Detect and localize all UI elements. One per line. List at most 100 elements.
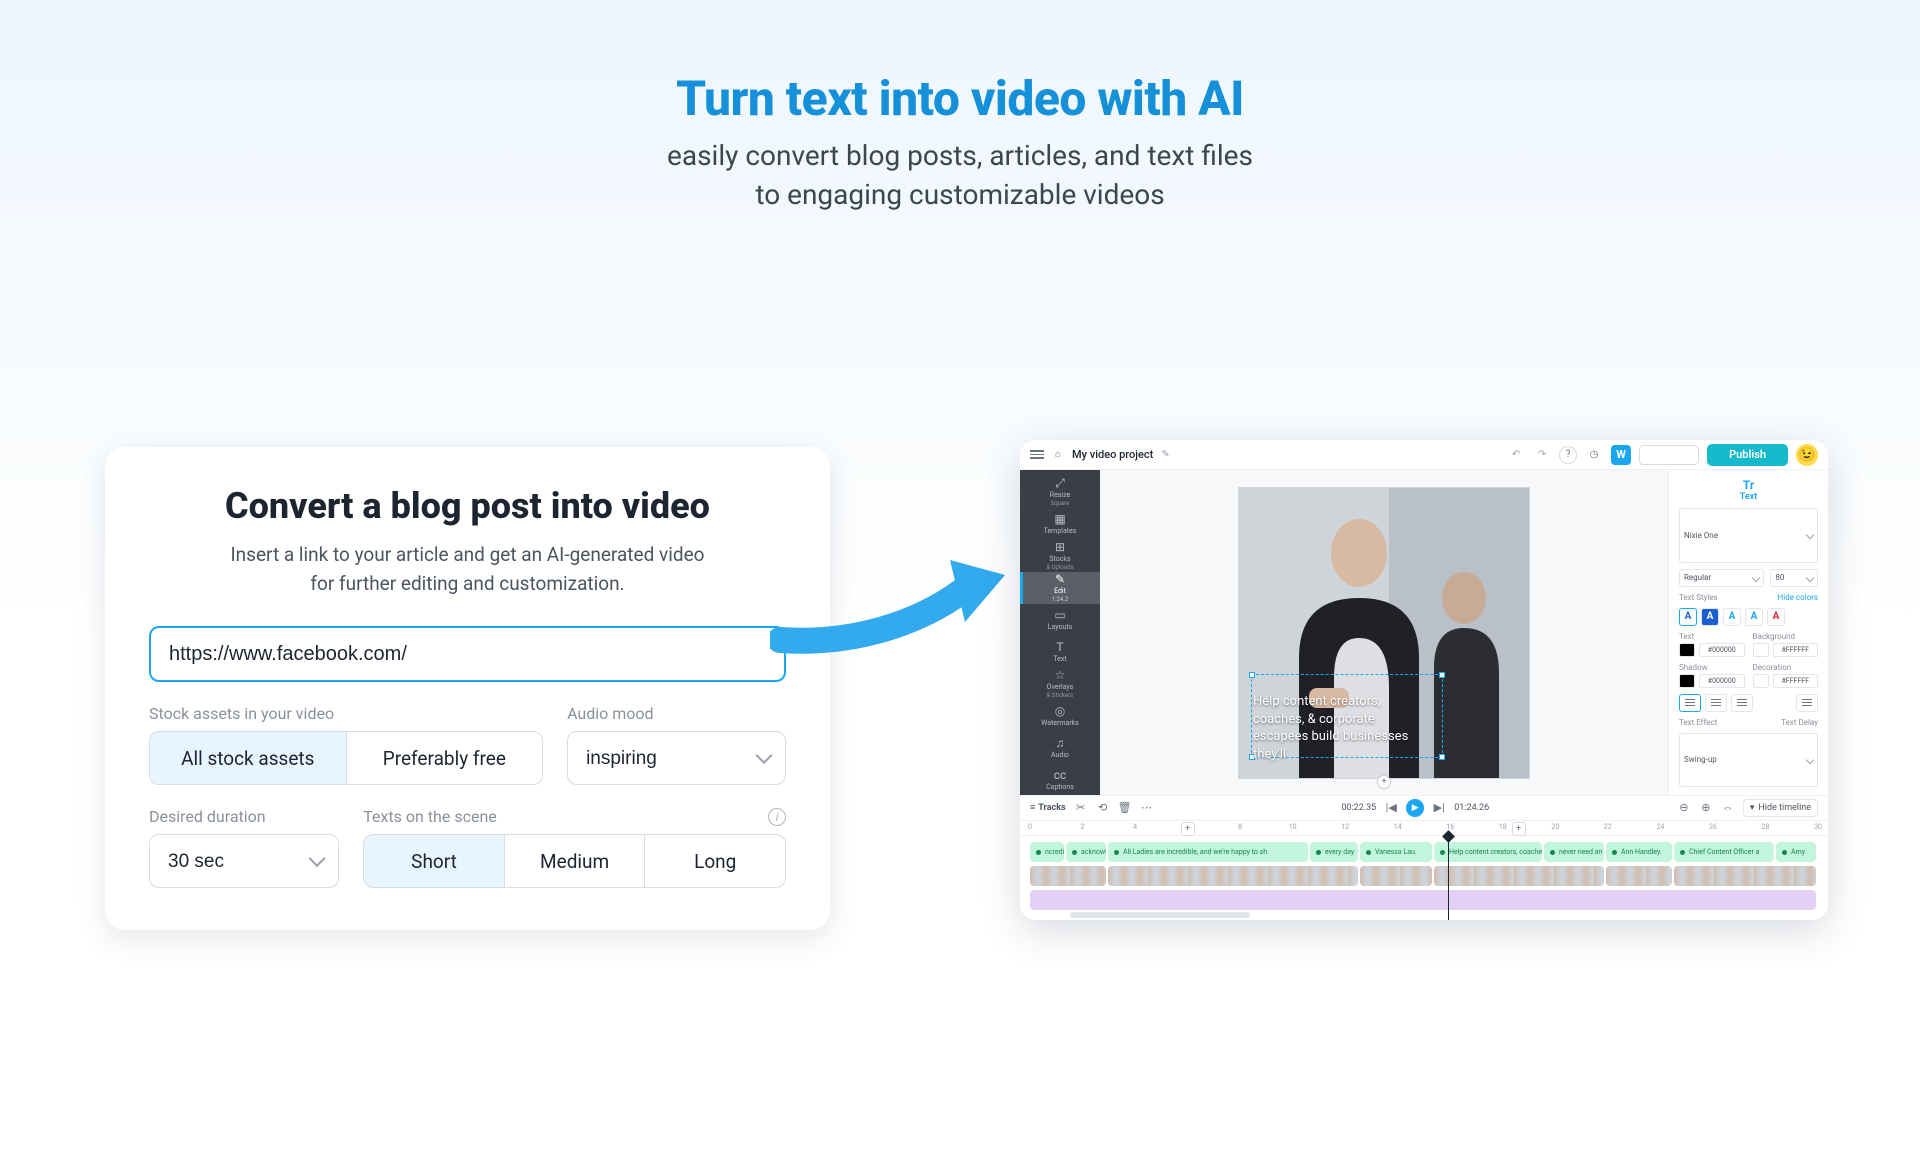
stock-option-all[interactable]: All stock assets: [150, 732, 346, 784]
skip-back-icon[interactable]: |◀: [1384, 801, 1398, 815]
text-color-chip[interactable]: [1679, 643, 1695, 657]
sidebar-item-captions[interactable]: ccCaptions: [1020, 763, 1100, 795]
workspace-button[interactable]: W: [1611, 445, 1631, 465]
hide-colors-link[interactable]: Hide colors: [1778, 593, 1819, 602]
style-swatch[interactable]: A: [1745, 608, 1763, 626]
style-swatch[interactable]: A: [1767, 608, 1785, 626]
text-effect-select[interactable]: Swing-up: [1679, 733, 1818, 788]
card-heading: Convert a blog post into video: [149, 485, 786, 527]
text-clip[interactable]: Vanessa Lau.: [1360, 842, 1432, 862]
sidebar-item-templates[interactable]: ▦Templates: [1020, 508, 1100, 540]
help-icon[interactable]: ?: [1559, 446, 1577, 464]
texts-option-long[interactable]: Long: [644, 835, 785, 887]
fit-icon[interactable]: ⇔: [1721, 801, 1735, 815]
menu-icon[interactable]: [1030, 450, 1044, 459]
editor-canvas[interactable]: Help content creators, coaches, & corpor…: [1100, 470, 1668, 795]
zoom-in-icon[interactable]: ⊕: [1699, 801, 1713, 815]
video-clip[interactable]: [1606, 866, 1672, 886]
video-clip[interactable]: [1108, 866, 1358, 886]
video-clip[interactable]: [1674, 866, 1816, 886]
size-select[interactable]: 80: [1770, 569, 1818, 587]
duration-select[interactable]: 30 sec: [149, 834, 339, 888]
timeline-body[interactable]: ncredibleacknowleAll Ladies are incredib…: [1020, 836, 1828, 920]
history-icon[interactable]: ◷: [1585, 446, 1603, 464]
sidebar-item-overlays[interactable]: ☆Overlays& Stickers: [1020, 667, 1100, 699]
timeline-ruler[interactable]: 024681012141618202224262830: [1020, 821, 1828, 836]
sidebar-item-stocks[interactable]: ⊞Stocks& Uploads: [1020, 540, 1100, 572]
rename-icon[interactable]: ✎: [1161, 449, 1169, 460]
stock-assets-label: Stock assets in your video: [149, 704, 543, 723]
text-clip[interactable]: Ann Handley.: [1606, 842, 1672, 862]
align-right-button[interactable]: [1731, 694, 1753, 712]
delete-icon[interactable]: 🗑: [1118, 801, 1132, 815]
style-swatch[interactable]: A: [1701, 608, 1719, 626]
text-color-hex[interactable]: #000000: [1699, 643, 1745, 657]
redo-icon[interactable]: ↷: [1533, 446, 1551, 464]
sidebar-item-resize[interactable]: ⤢ResizeSquare: [1020, 476, 1100, 508]
info-icon[interactable]: i: [768, 808, 786, 826]
more-icon[interactable]: ⋯: [1140, 801, 1154, 815]
tracks-label[interactable]: ≡ Tracks: [1030, 802, 1066, 813]
texts-option-short[interactable]: Short: [364, 835, 504, 887]
canvas-text-overlay[interactable]: Help content creators, coaches, & corpor…: [1253, 693, 1441, 763]
playhead[interactable]: [1448, 836, 1449, 920]
video-track[interactable]: [1030, 866, 1818, 886]
publish-button[interactable]: Publish: [1707, 444, 1788, 466]
shadow-color-chip[interactable]: [1679, 674, 1695, 688]
skip-forward-icon[interactable]: ▶|: [1432, 801, 1446, 815]
text-track[interactable]: ncredibleacknowleAll Ladies are incredib…: [1030, 842, 1818, 862]
hide-timeline-toggle[interactable]: ▾ Hide timeline: [1743, 799, 1818, 817]
sidebar-item-watermarks[interactable]: ◎Watermarks: [1020, 699, 1100, 731]
project-name[interactable]: My video project: [1072, 448, 1153, 461]
text-clip[interactable]: All Ladies are incredible, and we're hap…: [1108, 842, 1308, 862]
video-clip[interactable]: [1030, 866, 1106, 886]
decoration-color-chip[interactable]: [1753, 674, 1769, 688]
sidebar-item-text[interactable]: TText: [1020, 636, 1100, 668]
texts-option-medium[interactable]: Medium: [504, 835, 645, 887]
text-clip[interactable]: never need an: [1544, 842, 1604, 862]
style-swatch[interactable]: A: [1679, 608, 1697, 626]
text-clip[interactable]: every day: [1310, 842, 1358, 862]
video-clip[interactable]: [1360, 866, 1432, 886]
bg-color-hex[interactable]: #FFFFFF: [1773, 643, 1819, 657]
text-clip[interactable]: Chief Content Officer a: [1674, 842, 1774, 862]
add-element-icon[interactable]: +: [1377, 775, 1391, 789]
sidebar-item-edit[interactable]: ✎Edit1:24.2: [1020, 572, 1100, 604]
weight-select[interactable]: Regular: [1679, 569, 1764, 587]
undo-icon[interactable]: ↶: [1507, 446, 1525, 464]
zoom-out-icon[interactable]: ⊖: [1677, 801, 1691, 815]
decoration-color-hex[interactable]: #FFFFFF: [1773, 674, 1819, 688]
text-clip[interactable]: acknowle: [1066, 842, 1106, 862]
text-clip[interactable]: Amy: [1776, 842, 1816, 862]
editor-topbar: ⌂ My video project ✎ ↶ ↷ ? ◷ W Publish 😉: [1020, 440, 1828, 470]
video-frame[interactable]: Help content creators, coaches, & corpor…: [1239, 488, 1529, 778]
timeline-section: ≡ Tracks ✂ ⟲ 🗑 ⋯ 00:22.35 |◀ ▶ ▶| 01:24.…: [1020, 795, 1828, 920]
audio-clip[interactable]: [1030, 890, 1816, 910]
audio-mood-label: Audio mood: [567, 704, 786, 723]
list-button[interactable]: [1796, 694, 1818, 712]
stock-option-free[interactable]: Preferably free: [346, 732, 543, 784]
cut-icon[interactable]: ✂: [1074, 801, 1088, 815]
add-clip-icon[interactable]: +: [1181, 822, 1195, 836]
timeline-scrollbar[interactable]: [1070, 912, 1250, 918]
add-clip-icon[interactable]: +: [1512, 822, 1526, 836]
font-select[interactable]: Nixie One: [1679, 508, 1818, 563]
home-icon[interactable]: ⌂: [1052, 449, 1064, 461]
align-left-button[interactable]: [1679, 694, 1701, 712]
undo-tl-icon[interactable]: ⟲: [1096, 801, 1110, 815]
align-center-button[interactable]: [1705, 694, 1727, 712]
workspace-dropdown[interactable]: [1639, 445, 1699, 465]
shadow-color-hex[interactable]: #000000: [1699, 674, 1745, 688]
style-swatch[interactable]: A: [1723, 608, 1741, 626]
feedback-icon[interactable]: 😉: [1796, 444, 1818, 466]
text-clip[interactable]: ncredible: [1030, 842, 1064, 862]
text-clip[interactable]: Help content creators, coaches: [1434, 842, 1542, 862]
bg-color-chip[interactable]: [1753, 643, 1769, 657]
article-url-input[interactable]: [149, 626, 786, 682]
audio-track[interactable]: [1030, 890, 1818, 910]
audio-mood-select[interactable]: inspiring: [567, 731, 786, 785]
play-button[interactable]: ▶: [1406, 799, 1424, 817]
sidebar-item-layouts[interactable]: ▭Layouts: [1020, 604, 1100, 636]
video-clip[interactable]: [1434, 866, 1604, 886]
sidebar-item-audio[interactable]: ♫Audio: [1020, 731, 1100, 763]
